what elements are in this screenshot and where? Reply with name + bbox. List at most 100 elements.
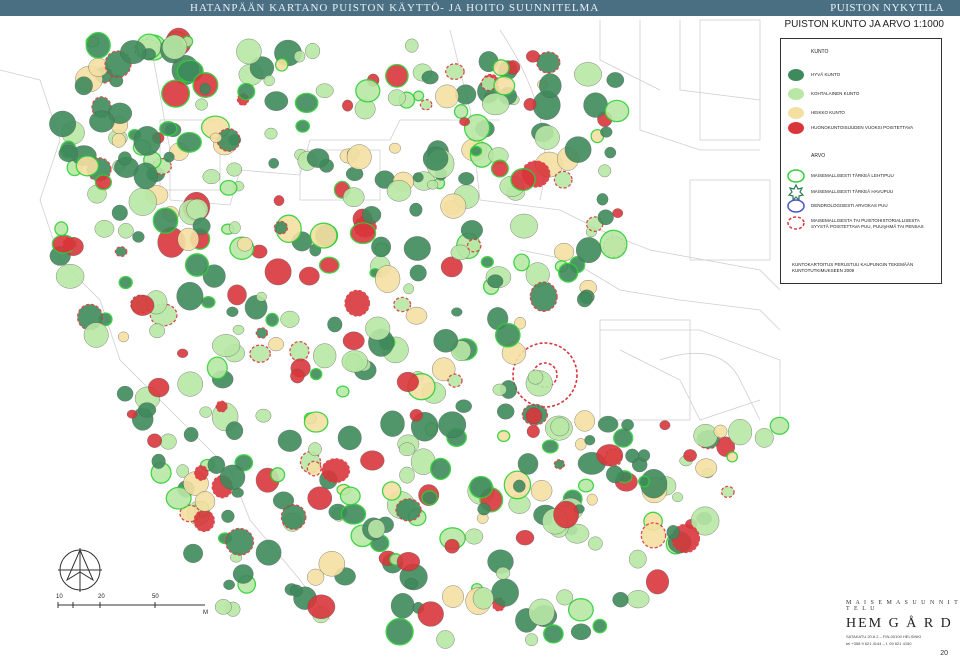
- tree-canopy: [539, 73, 562, 98]
- tree-canopy: [270, 467, 286, 483]
- tree-canopy: [342, 331, 365, 350]
- tree-canopy: [465, 528, 484, 545]
- tree-canopy: [553, 459, 566, 470]
- tree-canopy: [315, 83, 334, 98]
- tree-canopy: [133, 126, 161, 156]
- tree-canopy: [256, 291, 267, 302]
- tree-canopy: [132, 231, 145, 243]
- tree-canopy: [201, 296, 216, 309]
- tree-canopy: [219, 179, 238, 196]
- firm-name: HEM G Å R D: [846, 616, 953, 631]
- tree-canopy: [177, 227, 200, 251]
- tree-canopy: [398, 442, 416, 457]
- tree-canopy: [339, 486, 361, 506]
- tree-canopy: [195, 98, 208, 111]
- tree-canopy: [306, 460, 322, 477]
- tree-canopy: [116, 385, 134, 402]
- tree-canopy: [255, 327, 269, 339]
- tree-canopy: [612, 592, 629, 608]
- tree-canopy: [264, 127, 278, 140]
- tree-canopy: [199, 83, 211, 95]
- tree-canopy: [612, 208, 624, 218]
- tree-canopy: [236, 38, 262, 65]
- tree-canopy: [62, 237, 77, 251]
- tree-canopy: [340, 503, 367, 525]
- tree-canopy: [497, 430, 511, 443]
- tree-canopy: [720, 485, 735, 499]
- tree-canopy: [295, 119, 311, 133]
- tree-canopy: [277, 429, 302, 452]
- tree-canopy: [558, 262, 579, 283]
- firm-address: SATAKATU 20 A 2 – FIN-00100 HELSINKI: [846, 634, 922, 639]
- tree-canopy: [553, 500, 579, 529]
- tree-canopy: [114, 246, 128, 258]
- tree-canopy: [422, 146, 449, 171]
- tree-canopy: [490, 159, 509, 178]
- tree-canopy: [576, 237, 602, 264]
- tree-canopy: [306, 148, 330, 168]
- tree-canopy: [556, 589, 574, 606]
- tree-canopy: [117, 331, 129, 343]
- weak-condition-swatch: [788, 107, 804, 119]
- tree-canopy: [120, 40, 147, 64]
- tree-canopy: [567, 598, 594, 622]
- tree-canopy: [194, 465, 209, 481]
- tree-canopy: [209, 132, 222, 143]
- tree-canopy: [497, 403, 515, 420]
- tree-canopy: [148, 377, 170, 398]
- tree-canopy: [458, 172, 475, 186]
- tree-canopy: [371, 236, 391, 258]
- tree-canopy: [430, 457, 452, 481]
- tree-canopy: [159, 433, 177, 450]
- tree-canopy: [640, 522, 667, 549]
- tree-canopy: [294, 92, 319, 114]
- plan-title: HATANPÄÄN KARTANO PUISTON KÄYTTÖ- JA HOI…: [190, 2, 600, 14]
- tree-canopy: [74, 76, 93, 96]
- tree-canopy: [202, 169, 221, 185]
- good-condition-swatch: [788, 69, 804, 81]
- tree-canopy: [453, 104, 469, 119]
- tree-canopy: [94, 174, 113, 191]
- green-ring-icon: [787, 169, 805, 183]
- tree-canopy: [466, 238, 482, 253]
- tree-canopy: [638, 475, 650, 488]
- title-bar: HATANPÄÄN KARTANO PUISTON KÄYTTÖ- JA HOI…: [0, 0, 960, 16]
- tree-canopy: [583, 92, 608, 118]
- tree-canopy: [183, 543, 204, 563]
- legend-label-historical-removal: MAISEMALLISESTA TAI PUISTOHISTORIALLISES…: [811, 218, 924, 229]
- tree-canopy: [337, 425, 362, 451]
- tree-canopy: [152, 207, 179, 234]
- firm-studio: M A I S E M A S U U N N I T T E L U: [846, 600, 960, 612]
- tree-canopy: [477, 502, 491, 516]
- tree-canopy: [550, 417, 570, 437]
- tree-canopy: [193, 509, 215, 533]
- tree-canopy: [469, 145, 483, 157]
- tree-canopy: [75, 155, 100, 177]
- tree-canopy: [344, 289, 371, 317]
- tree-canopy: [55, 263, 85, 289]
- tree-canopy: [309, 367, 323, 381]
- tree-canopy: [375, 265, 401, 293]
- tree-canopy: [482, 92, 510, 116]
- tree-canopy: [385, 617, 414, 646]
- conifer-star-icon: [787, 183, 805, 202]
- tree-canopy: [227, 284, 247, 306]
- tree-canopy: [621, 419, 634, 431]
- tree-canopy: [280, 504, 307, 530]
- tree-canopy: [183, 427, 199, 443]
- tree-canopy: [600, 126, 613, 138]
- tree-canopy: [308, 442, 322, 457]
- tree-canopy: [513, 253, 530, 272]
- tree-canopy: [307, 486, 333, 510]
- blue-ring-icon: [787, 199, 805, 213]
- legend-label-remove: HUONOKUNTOISUUDEN VUOKSI POISTETTAVA: [811, 125, 914, 130]
- tree-canopy: [336, 385, 350, 398]
- tree-canopy: [177, 348, 189, 358]
- tree-canopy: [403, 236, 431, 261]
- tree-canopy: [515, 530, 535, 546]
- tree-canopy: [495, 566, 511, 580]
- tree-canopy: [754, 428, 774, 448]
- tree-canopy: [492, 383, 507, 396]
- tree-canopy: [214, 599, 232, 615]
- tree-canopy: [613, 428, 634, 448]
